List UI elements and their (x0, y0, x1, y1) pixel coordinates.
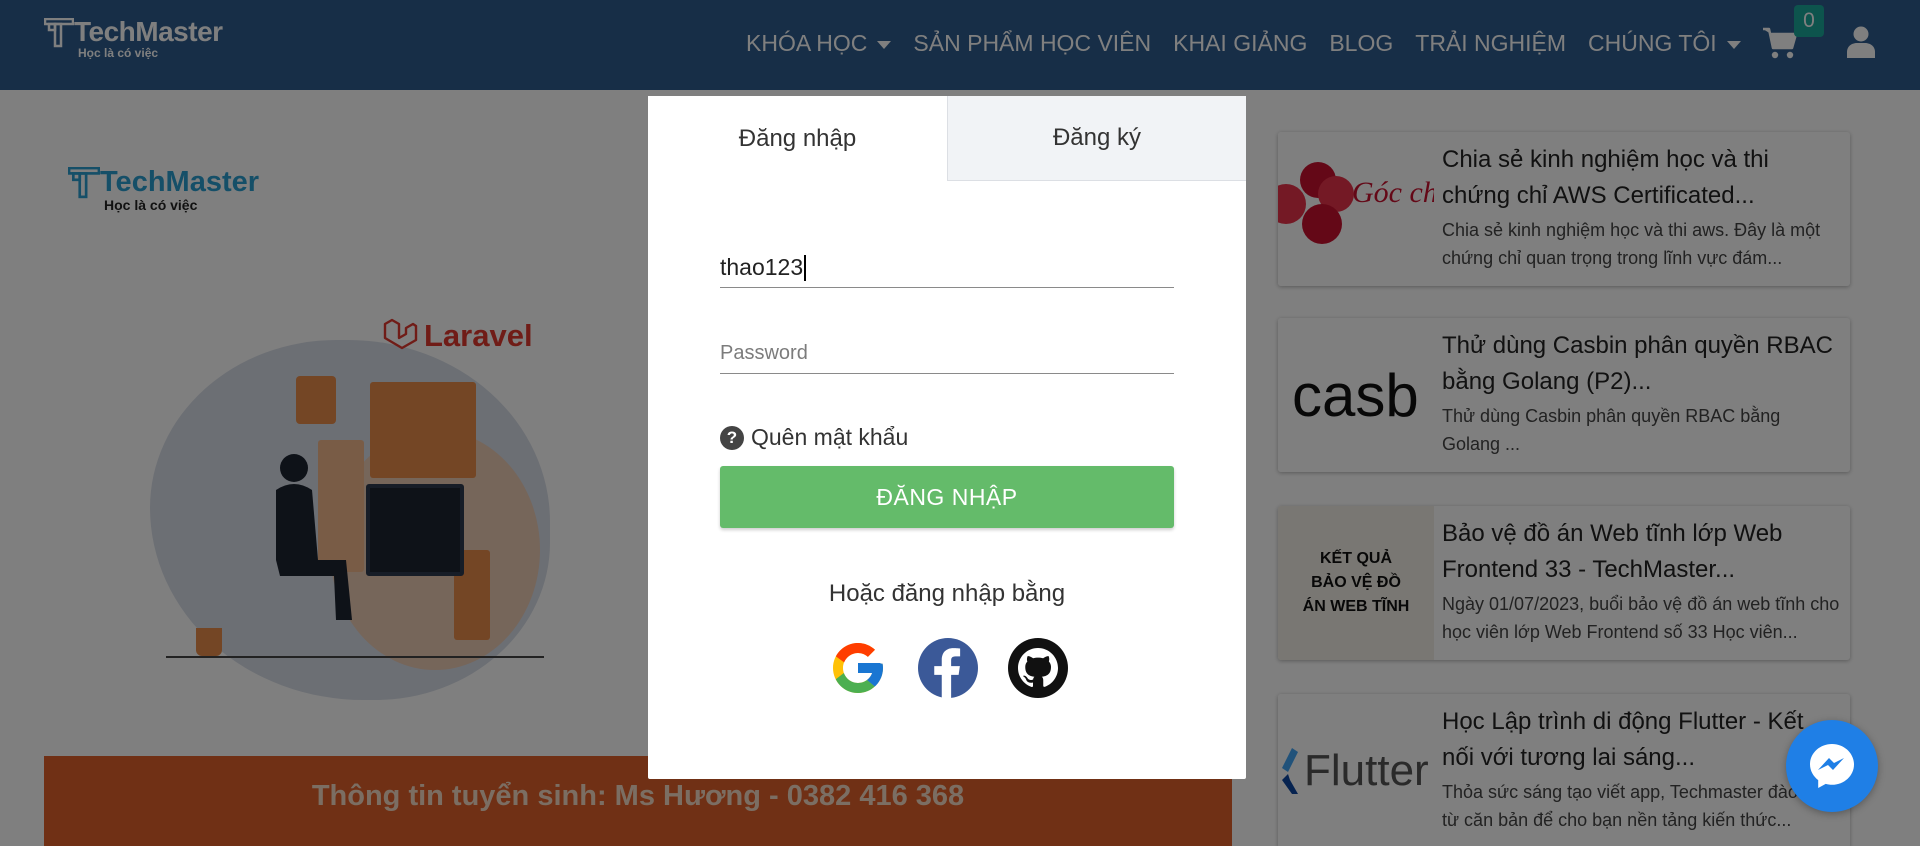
facebook-icon[interactable] (918, 638, 978, 698)
username-value: thao123 (720, 254, 804, 280)
auth-tabs: Đăng nhập Đăng ký (648, 96, 1246, 181)
social-login-buttons (828, 638, 1098, 698)
google-icon[interactable] (828, 638, 888, 698)
text-cursor (804, 254, 807, 281)
password-placeholder: Password (720, 342, 808, 364)
forgot-password-link[interactable]: ? Quên mật khẩu (720, 424, 908, 451)
forgot-password-label: Quên mật khẩu (751, 424, 909, 450)
question-circle-icon: ? (720, 425, 744, 450)
login-modal: Đăng nhập Đăng ký thao123 Password ? Quê… (648, 96, 1246, 779)
login-button[interactable]: ĐĂNG NHẬP (720, 466, 1174, 528)
messenger-icon (1810, 744, 1854, 788)
tab-login[interactable]: Đăng nhập (648, 96, 947, 181)
password-input[interactable]: Password (720, 334, 1174, 374)
social-login-label: Hoặc đăng nhập bằng (828, 580, 1066, 607)
messenger-chat-button[interactable] (1786, 720, 1878, 812)
username-input[interactable]: thao123 (720, 248, 1174, 288)
tab-register[interactable]: Đăng ký (947, 96, 1246, 181)
github-icon[interactable] (1008, 638, 1068, 698)
